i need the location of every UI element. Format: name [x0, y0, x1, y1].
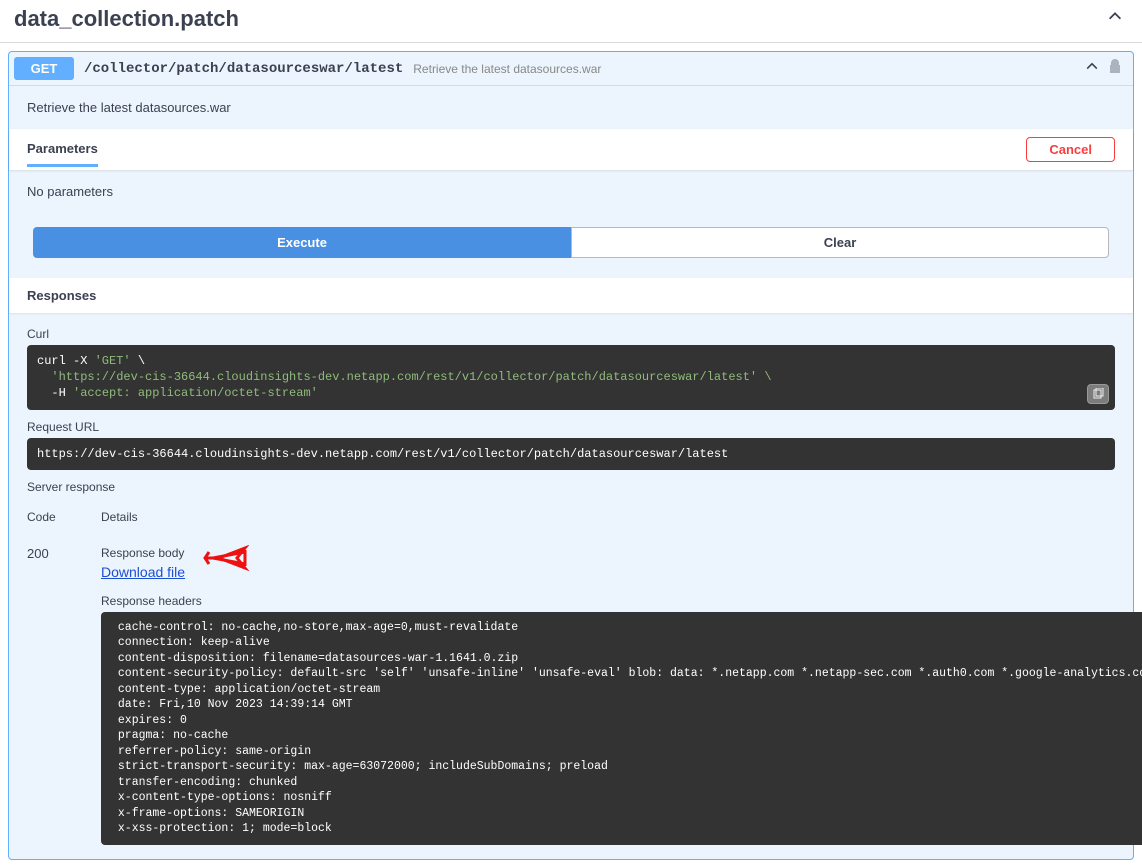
operation-path: /collector/patch/datasourceswar/latest — [84, 61, 403, 77]
operation-summary-text: Retrieve the latest datasources.war — [413, 62, 601, 76]
response-headers-label: Response headers — [101, 594, 1142, 608]
operation-description: Retrieve the latest datasources.war — [9, 86, 1133, 129]
tag-header[interactable]: data_collection.patch — [0, 0, 1142, 43]
response-code: 200 — [27, 530, 97, 845]
http-method-badge: GET — [14, 57, 74, 80]
details-header: Details — [101, 504, 1142, 530]
responses-title: Responses — [9, 278, 1133, 313]
parameters-title: Parameters — [27, 141, 98, 158]
lock-icon[interactable] — [1108, 58, 1122, 79]
curl-label: Curl — [27, 327, 1115, 341]
response-body-label: Response body — [101, 546, 1142, 560]
execute-button[interactable]: Execute — [33, 227, 571, 258]
action-button-row: Execute Clear — [9, 213, 1133, 278]
curl-block: curl -X 'GET' \ 'https://dev-cis-36644.c… — [27, 345, 1115, 410]
tag-section: data_collection.patch GET /collector/pat… — [0, 0, 1142, 868]
chevron-up-icon — [1102, 8, 1128, 31]
operation-block: GET /collector/patch/datasourceswar/late… — [8, 51, 1134, 860]
response-table: Code Details 200 Response body Download … — [27, 504, 1115, 845]
parameters-header: Parameters Cancel — [9, 129, 1133, 170]
copy-icon[interactable] — [1087, 384, 1109, 404]
chevron-up-icon — [1084, 59, 1100, 78]
responses-body: Curl curl -X 'GET' \ 'https://dev-cis-36… — [9, 313, 1133, 859]
response-details: Response body Download file Response hea… — [101, 530, 1142, 845]
request-url-label: Request URL — [27, 420, 1115, 434]
request-url-block: https://dev-cis-36644.cloudinsights-dev.… — [27, 438, 1115, 470]
response-headers-block: cache-control: no-cache,no-store,max-age… — [101, 612, 1142, 845]
download-file-link[interactable]: Download file — [101, 564, 185, 580]
cancel-button[interactable]: Cancel — [1026, 137, 1115, 162]
operation-summary[interactable]: GET /collector/patch/datasourceswar/late… — [9, 52, 1133, 85]
code-header: Code — [27, 504, 97, 530]
tag-title: data_collection.patch — [14, 6, 1102, 32]
clear-button[interactable]: Clear — [571, 227, 1109, 258]
operation-body: Retrieve the latest datasources.war Para… — [9, 85, 1133, 859]
no-parameters-text: No parameters — [9, 170, 1133, 213]
server-response-label: Server response — [27, 480, 1115, 494]
